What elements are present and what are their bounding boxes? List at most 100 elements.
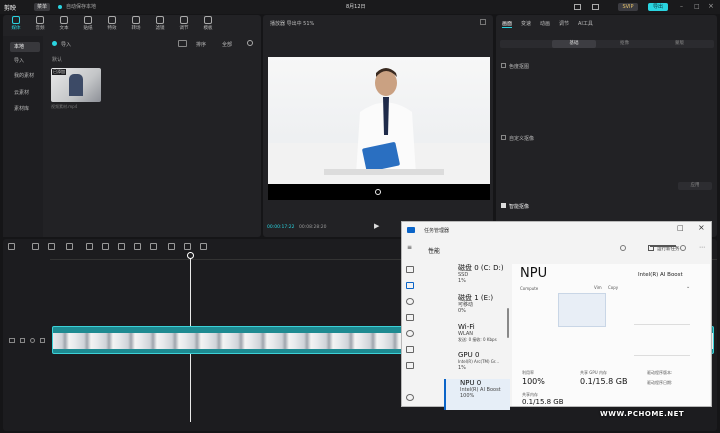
- section-checkbox-3[interactable]: [501, 203, 506, 208]
- hamburger-icon[interactable]: ≡: [407, 244, 412, 251]
- more-options-icon[interactable]: ⋯: [699, 244, 705, 251]
- subtab-cutout[interactable]: 抠像: [620, 40, 629, 48]
- nav-performance-icon[interactable]: [406, 282, 414, 289]
- taskmgr-maximize-icon[interactable]: □: [677, 224, 684, 232]
- tool-tab-2[interactable]: 文本: [52, 16, 76, 31]
- track-visibility-icon[interactable]: [30, 338, 35, 343]
- clip-filename: 视频素材.mp4: [51, 104, 78, 109]
- media-sidebar: [3, 36, 43, 237]
- nav-users-icon[interactable]: [406, 330, 414, 337]
- menu-button[interactable]: 菜单: [34, 3, 51, 11]
- zoom-out-icon[interactable]: [620, 245, 626, 251]
- tool-tab-6[interactable]: 滤镜: [148, 16, 172, 31]
- sidebar-item-import[interactable]: 导入: [10, 56, 40, 66]
- nav-services-icon[interactable]: [406, 362, 414, 369]
- graph-expand-icon[interactable]: ⌄: [686, 284, 690, 290]
- perf-item-npu[interactable]: NPU 0 Intel(R) AI Boost 100%: [444, 379, 510, 410]
- vip-button[interactable]: SVIP: [618, 3, 638, 11]
- section-smart: 智能抠像: [509, 204, 530, 210]
- clip-added-badge: 已添加: [52, 69, 66, 75]
- layout-icon[interactable]: [574, 4, 581, 10]
- section-label: 默认: [52, 57, 63, 63]
- redo-icon[interactable]: [48, 243, 55, 250]
- type-filter[interactable]: 全部: [222, 41, 232, 48]
- tool-tab-1[interactable]: 音频: [28, 16, 52, 31]
- split-icon[interactable]: [66, 243, 73, 250]
- rotate-icon[interactable]: [168, 243, 175, 250]
- tool-tab-8[interactable]: 模板: [196, 16, 220, 31]
- taskmgr-app-icon: [407, 227, 415, 233]
- shared-memory-value: 0.1/15.8 GB: [580, 377, 628, 386]
- sidebar-item-local[interactable]: 本地: [10, 42, 40, 52]
- export-button[interactable]: 导出: [648, 3, 668, 11]
- tool-tab-4[interactable]: 特效: [100, 16, 124, 31]
- fit-icon[interactable]: [200, 243, 207, 250]
- perf-item-disk1[interactable]: 磁盘 1 (E:) 可移动 0%: [444, 294, 510, 325]
- import-button[interactable]: 导入: [61, 41, 71, 48]
- player-menu-icon[interactable]: [480, 19, 486, 25]
- project-title[interactable]: 8月12日: [346, 3, 366, 11]
- inspector-tab-1[interactable]: 变速: [521, 20, 531, 27]
- perf-item-wifi[interactable]: Wi-Fi WLAN 发送: 0 接收: 0 Kbps: [444, 323, 510, 354]
- sidebar-item-my-assets[interactable]: 我的素材: [10, 71, 40, 81]
- track-lock-icon[interactable]: [20, 338, 25, 343]
- nav-startup-icon[interactable]: [406, 314, 414, 321]
- crop-icon[interactable]: [184, 243, 191, 250]
- playhead-handle-icon[interactable]: [187, 252, 194, 259]
- media-thumbnail[interactable]: 已添加: [51, 68, 101, 102]
- video-preview[interactable]: [268, 57, 490, 184]
- sidebar-item-library[interactable]: 素材库: [10, 104, 40, 114]
- section-checkbox-1[interactable]: [501, 63, 506, 68]
- import-icon[interactable]: [52, 41, 57, 46]
- perf-item-disk0[interactable]: 磁盘 0 (C: D:) SSD 1%: [444, 264, 510, 295]
- mirror-icon[interactable]: [150, 243, 157, 250]
- play-icon[interactable]: ▶: [374, 222, 379, 230]
- taskmgr-close-icon[interactable]: ×: [698, 223, 705, 232]
- tool-tab-label: 滤镜: [155, 26, 165, 31]
- track-audio-icon[interactable]: [40, 338, 45, 343]
- freeze-icon[interactable]: [134, 243, 141, 250]
- subtab-mask[interactable]: 蒙版: [675, 40, 684, 48]
- grid-view-icon[interactable]: [178, 40, 187, 47]
- maximize-icon[interactable]: □: [694, 3, 700, 10]
- sidebar-item-cloud[interactable]: 云素材: [10, 88, 40, 98]
- split-right-icon[interactable]: [102, 243, 109, 250]
- perf-item-gpu[interactable]: GPU 0 Intel(R) Arc(TM) Gr... 1%: [444, 351, 510, 382]
- tool-tab-5[interactable]: 转场: [124, 16, 148, 31]
- inspector-tab-0[interactable]: 画面: [502, 20, 513, 28]
- section-checkbox-2[interactable]: [501, 135, 506, 140]
- sort-filter[interactable]: 排序: [196, 41, 206, 48]
- subtab-basic[interactable]: 基础: [552, 40, 596, 48]
- split-left-icon[interactable]: [86, 243, 93, 250]
- delete-icon[interactable]: [118, 243, 125, 250]
- undo-icon[interactable]: [32, 243, 39, 250]
- inspector-tab-3[interactable]: 调节: [559, 20, 569, 27]
- section-chroma: 色度抠图: [509, 64, 530, 70]
- shortcut-icon[interactable]: [592, 4, 599, 10]
- inspector-tab-2[interactable]: 动画: [540, 20, 550, 27]
- nav-details-icon[interactable]: [406, 346, 414, 353]
- taskmgr-header: 性能: [428, 248, 441, 255]
- nav-settings-icon[interactable]: [406, 394, 414, 401]
- track-cover-icon[interactable]: [9, 338, 15, 343]
- tool-tab-label: 调节: [179, 26, 189, 31]
- tool-tab-icon: [156, 16, 164, 24]
- zoom-in-icon[interactable]: [680, 245, 686, 251]
- select-tool-icon[interactable]: [8, 243, 15, 250]
- tool-tab-3[interactable]: 贴纸: [76, 16, 100, 31]
- search-icon[interactable]: [247, 40, 253, 46]
- util-label: 利用率: [522, 370, 534, 375]
- graph-label-compute: Compute: [520, 286, 539, 291]
- nav-processes-icon[interactable]: [406, 266, 414, 273]
- fullscreen-dot-icon[interactable]: [375, 189, 381, 195]
- inspector-tab-4[interactable]: AI工具: [578, 20, 593, 27]
- close-icon[interactable]: ×: [708, 2, 714, 10]
- zoom-slider[interactable]: [650, 245, 676, 247]
- status-dot-icon: [58, 5, 62, 9]
- tool-tab-0[interactable]: 媒体: [4, 16, 28, 31]
- apply-button[interactable]: 应用: [678, 182, 712, 190]
- tool-tab-7[interactable]: 调节: [172, 16, 196, 31]
- nav-history-icon[interactable]: [406, 298, 414, 305]
- list-scrollbar[interactable]: [507, 308, 509, 338]
- minimize-icon[interactable]: –: [680, 3, 683, 10]
